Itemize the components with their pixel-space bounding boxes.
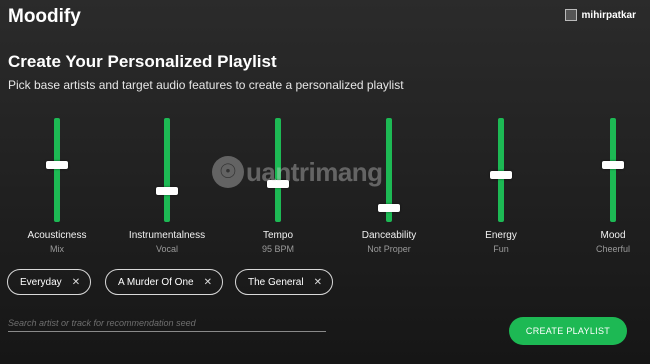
seed-chip-label: The General (248, 276, 304, 288)
slider-track[interactable] (498, 118, 504, 222)
watermark-text: uantrimang (246, 156, 383, 187)
slider-value: Vocal (155, 244, 179, 254)
slider-value: Fun (493, 244, 509, 254)
slider-thumb[interactable] (46, 160, 68, 169)
page-title: Create Your Personalized Playlist (8, 52, 277, 71)
seed-chip-the-general: The General ✕ (235, 269, 333, 295)
slider-thumb[interactable] (602, 160, 624, 169)
watermark: ☉ uantrimang (212, 156, 383, 188)
slider-track[interactable] (610, 118, 616, 222)
slider-thumb[interactable] (490, 171, 512, 180)
close-icon[interactable]: ✕ (314, 277, 322, 288)
close-icon[interactable]: ✕ (72, 277, 80, 288)
lightbulb-icon: ☉ (212, 156, 244, 188)
slider-label: Energy (485, 230, 517, 241)
avatar (564, 9, 577, 21)
slider-thumb[interactable] (378, 204, 400, 213)
search-input[interactable] (8, 316, 326, 332)
slider-label: Tempo (262, 230, 293, 241)
slider-value: Mix (50, 244, 64, 254)
slider-label: Mood (600, 230, 626, 241)
seed-chip-label: A Murder Of One (118, 276, 194, 288)
slider-thumb[interactable] (156, 186, 178, 195)
slider-label: Acousticness (27, 230, 87, 241)
slider-value: Not Proper (367, 244, 411, 254)
slider-track[interactable] (164, 118, 170, 222)
username: mihirpatkar (581, 9, 636, 21)
seed-chip-label: Everyday (20, 276, 62, 288)
slider-label: Instrumentalness (128, 230, 206, 241)
slider-track[interactable] (54, 118, 60, 222)
app-title: Moodify (8, 6, 81, 27)
page-subtitle: Pick base artists and target audio featu… (8, 78, 404, 92)
slider-value: Cheerful (595, 244, 631, 254)
close-icon[interactable]: ✕ (204, 277, 212, 288)
slider-value: 95 BPM (261, 244, 294, 254)
slider-label: Danceability (361, 230, 417, 241)
seed-chip-a-murder-of-one: A Murder Of One ✕ (105, 269, 223, 295)
create-playlist-button[interactable]: CREATE PLAYLIST (509, 317, 627, 345)
seed-chip-everyday: Everyday ✕ (7, 269, 92, 295)
user-menu[interactable]: mihirpatkar (564, 9, 636, 21)
